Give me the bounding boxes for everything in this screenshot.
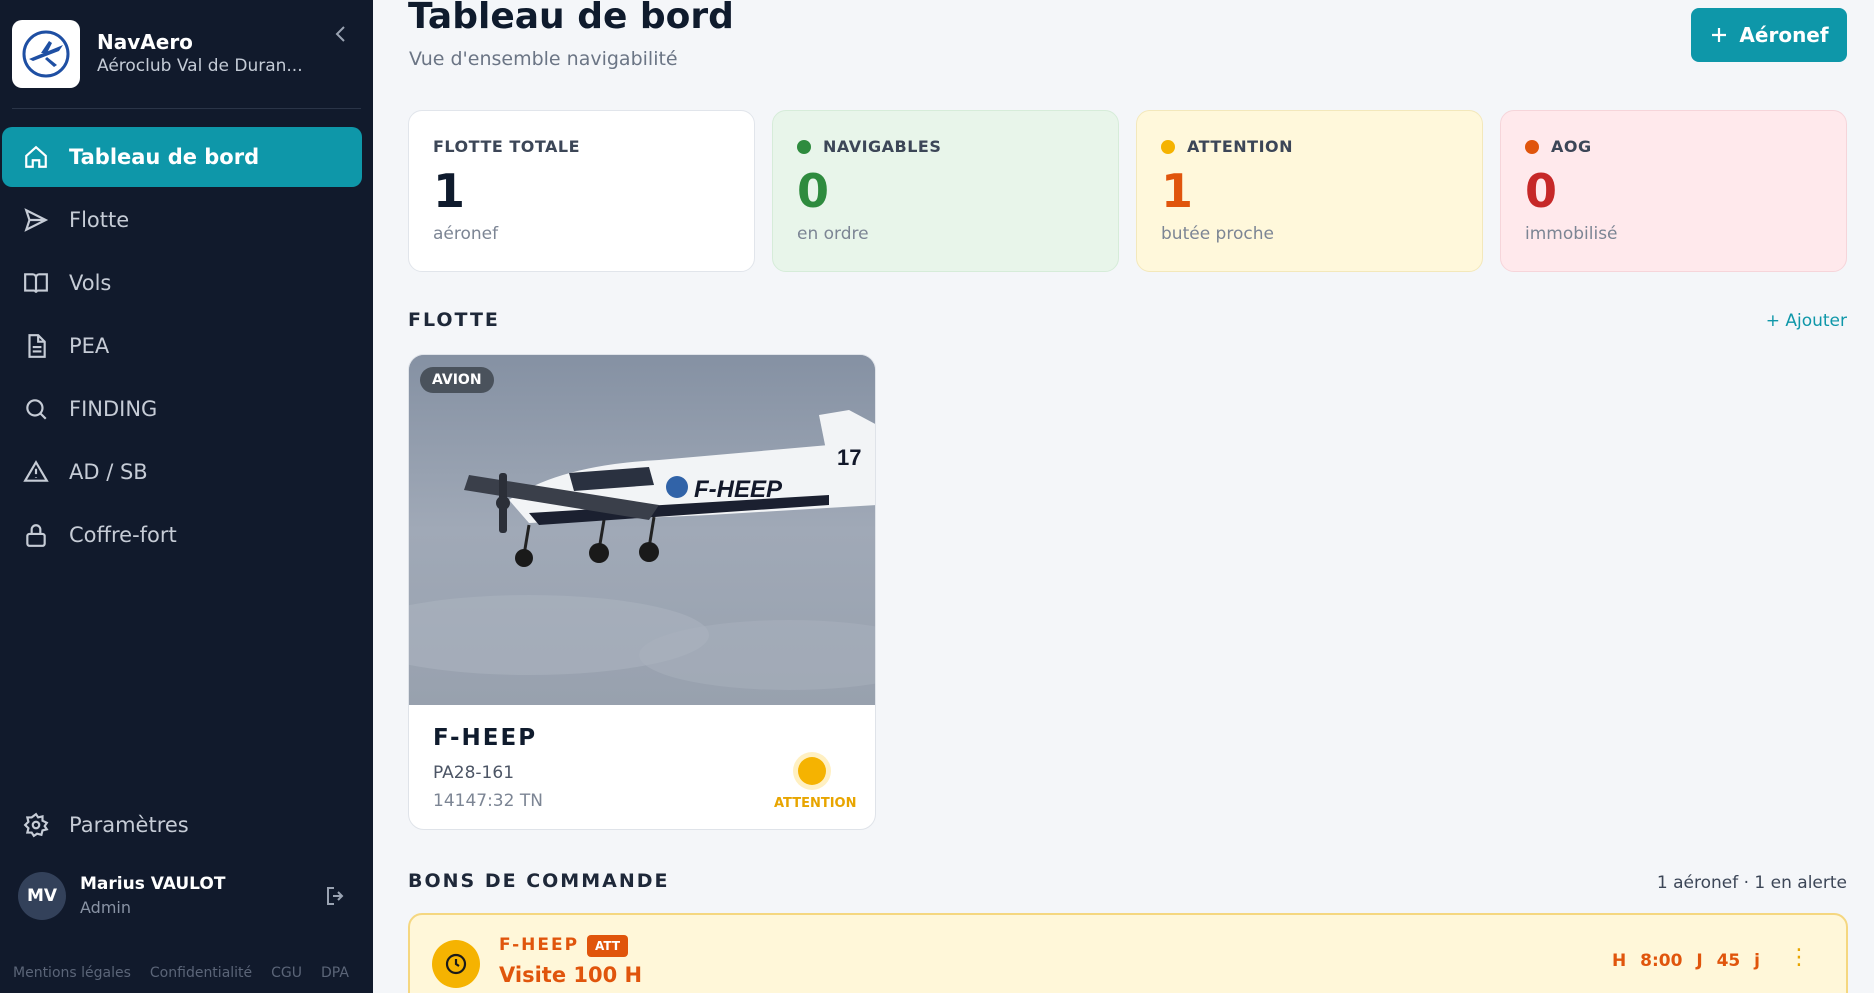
nav-label: Flotte [69,208,130,232]
stat-label: ATTENTION [1187,137,1294,156]
order-registration: F-HEEP [499,935,580,955]
stat-label: FLOTTE TOTALE [433,137,581,156]
nav-label: Tableau de bord [69,145,260,169]
user-profile[interactable]: MV Marius VAULOT Admin [18,872,348,920]
nav-item-flights[interactable]: Vols [2,253,362,313]
order-row[interactable]: F-HEEP ATT Visite 100 H H 8:00 J 45 j ⋮ [408,913,1848,993]
fleet-section-title: FLOTTE [408,309,500,331]
user-role: Admin [80,898,131,917]
stat-value: 1 [1161,164,1194,218]
aircraft-card[interactable]: F-HEEP 17 AVION F-HEEP PA28-161 14147:32… [408,354,876,830]
status-dot [1161,139,1175,154]
more-options-icon[interactable]: ⋮ [1788,945,1810,970]
app-logo [12,20,80,88]
page-subtitle: Vue d'ensemble navigabilité [409,48,678,70]
status-dot [1525,139,1539,154]
footer-links: Mentions légales Confidentialité CGU DPA [13,965,349,981]
attention-tag: ATT [587,935,629,957]
stat-caption: en ordre [797,224,869,244]
nav-label: PEA [69,334,110,358]
stat-caption: immobilisé [1525,224,1618,244]
stat-caption: aéronef [433,224,499,244]
nav-item-ad-sb[interactable]: AD / SB [2,442,362,502]
footer-link-cgu[interactable]: CGU [271,965,302,981]
stat-value: 0 [1525,164,1558,218]
orders-section-title: BONS DE COMMANDE [408,870,670,892]
add-aircraft-label: Aéronef [1739,23,1829,47]
lock-icon [26,524,46,547]
club-name: Aéroclub Val de Duran... [97,56,303,76]
nav-label: Coffre-fort [69,523,177,547]
app-name: NavAero [97,30,193,54]
nav-item-vault[interactable]: Coffre-fort [2,505,362,565]
footer-link-privacy[interactable]: Confidentialité [150,965,252,981]
nav-label: AD / SB [69,460,148,484]
aircraft-hours: 14147:32 TN [433,791,543,811]
aircraft-model: PA28-161 [433,763,515,783]
home-icon [25,145,47,168]
aircraft-tail-number: 17 [837,445,861,470]
nav-item-dashboard[interactable]: Tableau de bord [2,127,362,187]
warning-icon [23,460,49,482]
nav-label: Vols [69,271,112,295]
nav-label: FINDING [69,397,158,421]
order-title: Visite 100 H [499,963,643,987]
nav-item-fleet[interactable]: Flotte [2,190,362,250]
gear-icon [23,812,49,838]
nav-item-finding[interactable]: FINDING [2,379,362,439]
order-due: H 8:00 J 45 j [1612,951,1760,971]
aircraft-photo: F-HEEP 17 AVION [409,355,875,705]
footer-link-dpa[interactable]: DPA [321,965,349,981]
page-title: Tableau de bord [408,0,734,37]
sidebar: NavAero Aéroclub Val de Duran... Tableau… [0,0,373,993]
clock-icon [432,940,480,988]
aircraft-registration-livery: F-HEEP [694,476,783,503]
stat-card-total: FLOTTE TOTALE 1 aéronef [408,110,755,272]
settings-label: Paramètres [69,813,189,837]
user-name: Marius VAULOT [80,874,226,894]
footer-link-legal[interactable]: Mentions légales [13,965,131,981]
attention-status-icon [798,757,826,785]
stat-card-attention: ATTENTION 1 butée proche [1136,110,1483,272]
aircraft-status: ATTENTION [774,796,857,811]
aircraft-type-badge: AVION [420,367,494,393]
collapse-sidebar-icon[interactable] [331,22,351,50]
stat-label: AOG [1551,137,1592,156]
divider [12,108,361,109]
logout-icon[interactable] [324,884,348,908]
book-icon [24,273,48,293]
add-fleet-link[interactable]: + Ajouter [1766,311,1847,331]
nav-item-pea[interactable]: PEA [2,316,362,376]
stat-caption: butée proche [1161,224,1274,244]
stat-card-airworthy: NAVIGABLES 0 en ordre [772,110,1119,272]
main-nav: Tableau de bord Flotte Vols PEA FINDING … [0,127,362,568]
document-icon [28,334,46,358]
avatar: MV [18,872,66,920]
add-aircraft-button[interactable]: Aéronef [1691,8,1847,62]
stat-card-aog: AOG 0 immobilisé [1500,110,1847,272]
plus-icon [1712,28,1727,42]
stat-label: NAVIGABLES [823,137,942,156]
stat-value: 1 [433,164,466,218]
orders-summary: 1 aéronef · 1 en alerte [1656,873,1847,893]
brand[interactable]: NavAero Aéroclub Val de Duran... [12,20,352,88]
search-icon [26,399,47,420]
status-dot [797,139,811,154]
stat-value: 0 [797,164,830,218]
stats-row: FLOTTE TOTALE 1 aéronef NAVIGABLES 0 en … [408,110,1847,272]
main-content: Tableau de bord Vue d'ensemble navigabil… [373,0,1874,993]
send-icon [24,208,49,232]
aircraft-registration: F-HEEP [433,725,538,751]
nav-item-settings[interactable]: Paramètres [2,795,364,855]
